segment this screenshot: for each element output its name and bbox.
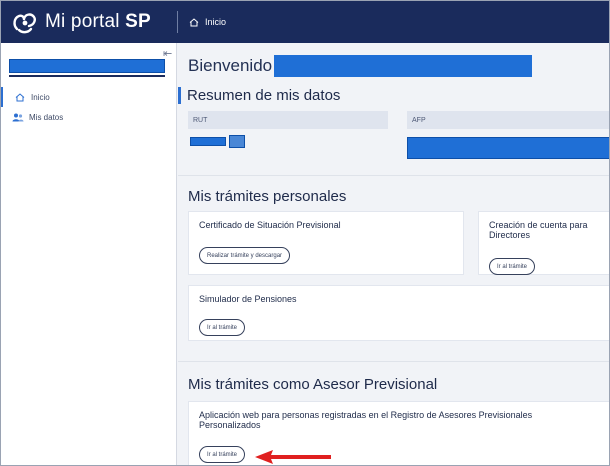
brand[interactable]: Mi portal SP [9, 1, 175, 43]
main-content: Bienvenido Resumen de mis datos RUT AFP … [178, 43, 609, 465]
personal-procedures-title: Mis trámites personales [188, 188, 347, 205]
user-underline [9, 75, 165, 77]
card-title: Simulador de Pensiones [199, 294, 297, 304]
top-bar: Mi portal SP Inicio [1, 1, 609, 43]
advisor-procedures-title: Mis trámites como Asesor Previsional [188, 376, 438, 393]
section-divider [178, 361, 609, 362]
afp-header: AFP [407, 111, 609, 129]
section-divider [178, 175, 609, 176]
sidebar-item-inicio[interactable]: Inicio [1, 87, 176, 107]
welcome-heading: Bienvenido [188, 55, 533, 77]
card-title: Aplicación web para personas registradas… [199, 410, 533, 431]
sidebar-item-mis-datos[interactable]: Mis datos [1, 107, 176, 127]
ir-al-tramite-button[interactable]: Ir al trámite [199, 446, 246, 463]
sidebar: ⇤ Inicio Mis datos [1, 43, 177, 465]
sidebar-item-label: Inicio [31, 92, 50, 102]
rut-header: RUT [188, 111, 388, 129]
users-icon [7, 113, 29, 122]
card-simulador: Simulador de Pensiones Ir al trámite [188, 285, 609, 341]
app-title: Mi portal SP [45, 11, 151, 32]
ir-al-tramite-button[interactable]: Ir al trámite [489, 258, 536, 275]
realizar-tramite-button[interactable]: Realizar trámite y descargar [199, 247, 291, 264]
card-asesores: Aplicación web para personas registradas… [188, 401, 609, 465]
card-title: Creación de cuenta para Directores [489, 220, 588, 241]
user-name-redacted [9, 59, 165, 73]
breadcrumb-label: Inicio [205, 17, 227, 27]
logo-icon [13, 13, 36, 34]
breadcrumb[interactable]: Inicio [189, 1, 226, 43]
sidebar-item-label: Mis datos [29, 112, 64, 122]
app-window: Mi portal SP Inicio ⇤ Inicio Mis datos B… [0, 0, 610, 466]
user-name-redacted [274, 55, 533, 77]
home-icon [189, 17, 199, 26]
ir-al-tramite-button[interactable]: Ir al trámite [199, 319, 246, 336]
afp-value-redacted [407, 137, 609, 159]
summary-title: Resumen de mis datos [178, 87, 340, 104]
top-bar-divider [177, 11, 178, 33]
card-title: Certificado de Situación Previsional [199, 220, 341, 230]
welcome-label: Bienvenido [188, 56, 273, 75]
card-certificado: Certificado de Situación Previsional Rea… [188, 211, 464, 275]
pointer-arrow-icon [255, 450, 331, 464]
rut-dv-redacted [229, 135, 245, 148]
home-icon [9, 92, 31, 102]
rut-value-redacted [190, 137, 226, 146]
card-creacion-cuenta: Creación de cuenta para Directores Ir al… [478, 211, 609, 275]
